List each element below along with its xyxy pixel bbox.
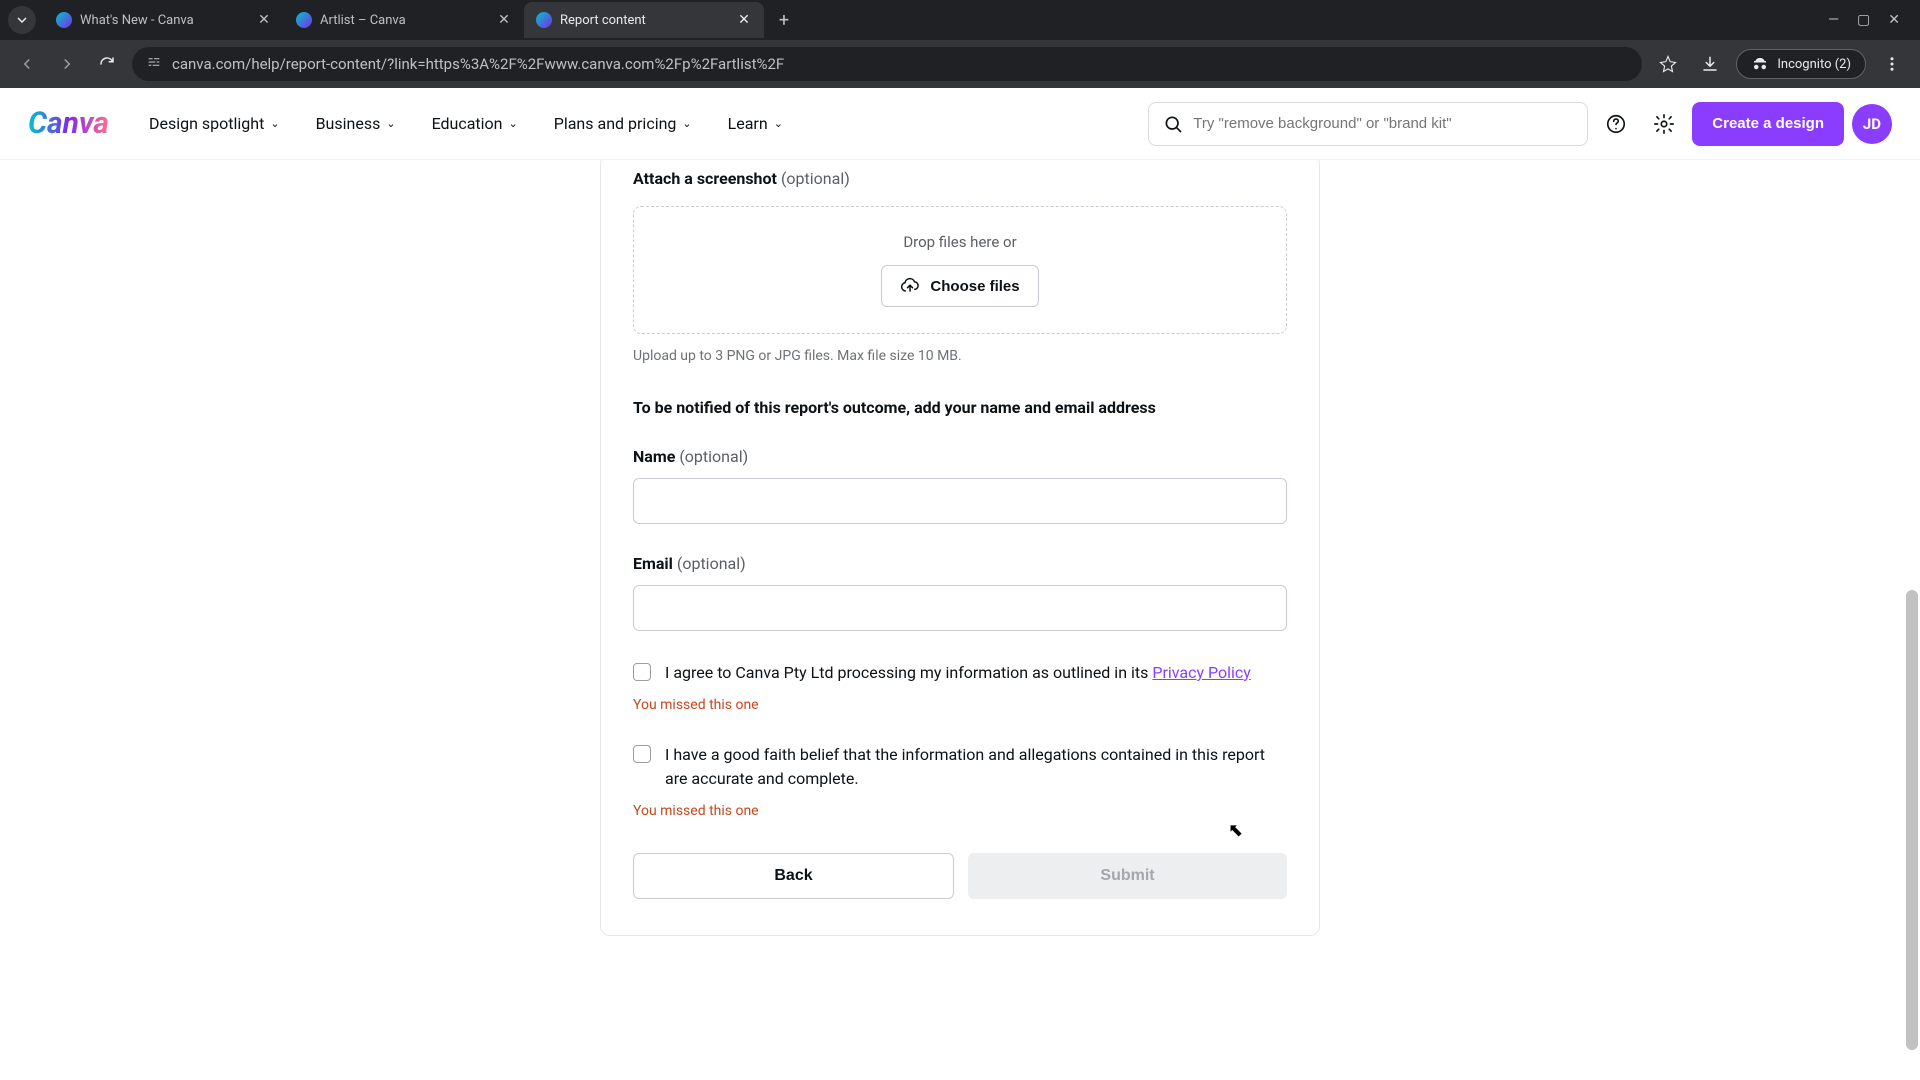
downloads-button[interactable] bbox=[1694, 48, 1726, 80]
submit-button[interactable]: Submit bbox=[968, 853, 1287, 899]
bookmark-button[interactable] bbox=[1652, 48, 1684, 80]
email-label: Email (optional) bbox=[633, 554, 1287, 573]
choose-files-button[interactable]: Choose files bbox=[881, 265, 1038, 307]
close-window-button[interactable]: ✕ bbox=[1888, 12, 1900, 28]
nav-design-spotlight[interactable]: Design spotlight ⌄ bbox=[135, 106, 294, 141]
minimize-button[interactable]: — bbox=[1828, 12, 1839, 28]
canva-favicon bbox=[536, 12, 552, 28]
dropzone-text: Drop files here or bbox=[660, 233, 1260, 251]
chevron-down-icon: ⌄ bbox=[509, 117, 518, 130]
choose-files-label: Choose files bbox=[930, 278, 1019, 295]
avatar[interactable]: JD bbox=[1852, 104, 1892, 144]
search-input[interactable] bbox=[1193, 115, 1573, 132]
nav-label: Education bbox=[432, 114, 503, 133]
incognito-icon bbox=[1751, 55, 1769, 73]
back-button[interactable]: Back bbox=[633, 853, 954, 899]
upload-hint: Upload up to 3 PNG or JPG files. Max fil… bbox=[633, 348, 1287, 364]
address-bar[interactable]: canva.com/help/report-content/?link=http… bbox=[132, 47, 1642, 81]
form-buttons: Back Submit bbox=[633, 853, 1287, 899]
canva-favicon bbox=[56, 12, 72, 28]
nav-plans[interactable]: Plans and pricing ⌄ bbox=[540, 106, 706, 141]
close-icon[interactable]: ✕ bbox=[496, 12, 512, 28]
chevron-down-icon: ⌄ bbox=[682, 117, 691, 130]
scrollbar-thumb[interactable] bbox=[1906, 590, 1918, 1050]
window-controls: — ▢ ✕ bbox=[1828, 12, 1912, 28]
incognito-badge[interactable]: Incognito (2) bbox=[1736, 49, 1866, 79]
reload-button[interactable] bbox=[92, 49, 122, 79]
privacy-error: You missed this one bbox=[633, 697, 1287, 713]
search-icon bbox=[1163, 114, 1183, 134]
chevron-down-icon bbox=[16, 14, 28, 26]
help-button[interactable] bbox=[1596, 104, 1636, 144]
canva-logo[interactable]: Canva bbox=[28, 106, 109, 141]
arrow-left-icon bbox=[18, 55, 36, 73]
nav-business[interactable]: Business ⌄ bbox=[302, 106, 410, 141]
tab-strip: What's New - Canva ✕ Artlist – Canva ✕ R… bbox=[0, 0, 1920, 40]
goodfaith-row: I have a good faith belief that the info… bbox=[633, 743, 1287, 791]
attach-label: Attach a screenshot (optional) bbox=[633, 169, 1287, 188]
file-dropzone[interactable]: Drop files here or Choose files bbox=[633, 206, 1287, 334]
nav-label: Design spotlight bbox=[149, 114, 264, 133]
tab-search-button[interactable] bbox=[8, 6, 36, 34]
content-viewport: Attach a screenshot (optional) Drop file… bbox=[0, 160, 1920, 1080]
chevron-down-icon: ⌄ bbox=[270, 117, 279, 130]
close-icon[interactable]: ✕ bbox=[736, 12, 752, 28]
notify-heading: To be notified of this report's outcome,… bbox=[633, 398, 1287, 417]
star-icon bbox=[1659, 55, 1677, 73]
download-icon bbox=[1701, 55, 1719, 73]
back-button[interactable] bbox=[12, 49, 42, 79]
maximize-button[interactable]: ▢ bbox=[1857, 12, 1870, 28]
help-icon bbox=[1605, 113, 1627, 135]
incognito-label: Incognito (2) bbox=[1777, 57, 1851, 72]
name-input[interactable] bbox=[633, 478, 1287, 524]
create-design-button[interactable]: Create a design bbox=[1692, 102, 1844, 146]
privacy-consent-row: I agree to Canva Pty Ltd processing my i… bbox=[633, 661, 1287, 685]
chevron-down-icon: ⌄ bbox=[386, 117, 395, 130]
goodfaith-text: I have a good faith belief that the info… bbox=[665, 743, 1287, 791]
tab-title: Report content bbox=[560, 13, 728, 28]
goodfaith-error: You missed this one bbox=[633, 803, 1287, 819]
privacy-text: I agree to Canva Pty Ltd processing my i… bbox=[665, 661, 1251, 685]
browser-toolbar: canva.com/help/report-content/?link=http… bbox=[0, 40, 1920, 88]
privacy-checkbox[interactable] bbox=[633, 663, 651, 681]
search-box[interactable] bbox=[1148, 102, 1588, 146]
app-header: Canva Design spotlight ⌄ Business ⌄ Educ… bbox=[0, 88, 1920, 160]
gear-icon bbox=[1653, 113, 1675, 135]
chevron-down-icon: ⌄ bbox=[774, 117, 783, 130]
upload-icon bbox=[900, 276, 920, 296]
tab-title: Artlist – Canva bbox=[320, 13, 488, 28]
browser-chrome: What's New - Canva ✕ Artlist – Canva ✕ R… bbox=[0, 0, 1920, 88]
close-icon[interactable]: ✕ bbox=[256, 12, 272, 28]
privacy-policy-link[interactable]: Privacy Policy bbox=[1152, 663, 1251, 682]
report-form-card: Attach a screenshot (optional) Drop file… bbox=[600, 160, 1320, 936]
nav-label: Learn bbox=[728, 114, 768, 133]
tab-title: What's New - Canva bbox=[80, 13, 248, 28]
forward-button[interactable] bbox=[52, 49, 82, 79]
name-label: Name (optional) bbox=[633, 447, 1287, 466]
settings-button[interactable] bbox=[1644, 104, 1684, 144]
tab-report-content[interactable]: Report content ✕ bbox=[524, 2, 764, 38]
reload-icon bbox=[98, 55, 116, 73]
tab-whats-new[interactable]: What's New - Canva ✕ bbox=[44, 2, 284, 38]
goodfaith-checkbox[interactable] bbox=[633, 745, 651, 763]
email-input[interactable] bbox=[633, 585, 1287, 631]
nav-education[interactable]: Education ⌄ bbox=[418, 106, 532, 141]
nav-label: Plans and pricing bbox=[554, 114, 677, 133]
tab-artlist[interactable]: Artlist – Canva ✕ bbox=[284, 2, 524, 38]
canva-favicon bbox=[296, 12, 312, 28]
new-tab-button[interactable]: + bbox=[770, 6, 798, 34]
browser-menu-button[interactable] bbox=[1876, 48, 1908, 80]
site-settings-icon[interactable] bbox=[146, 54, 162, 74]
nav-learn[interactable]: Learn ⌄ bbox=[714, 106, 797, 141]
url-text: canva.com/help/report-content/?link=http… bbox=[172, 55, 784, 73]
arrow-right-icon bbox=[58, 55, 76, 73]
kebab-icon bbox=[1883, 55, 1901, 73]
nav-label: Business bbox=[316, 114, 381, 133]
